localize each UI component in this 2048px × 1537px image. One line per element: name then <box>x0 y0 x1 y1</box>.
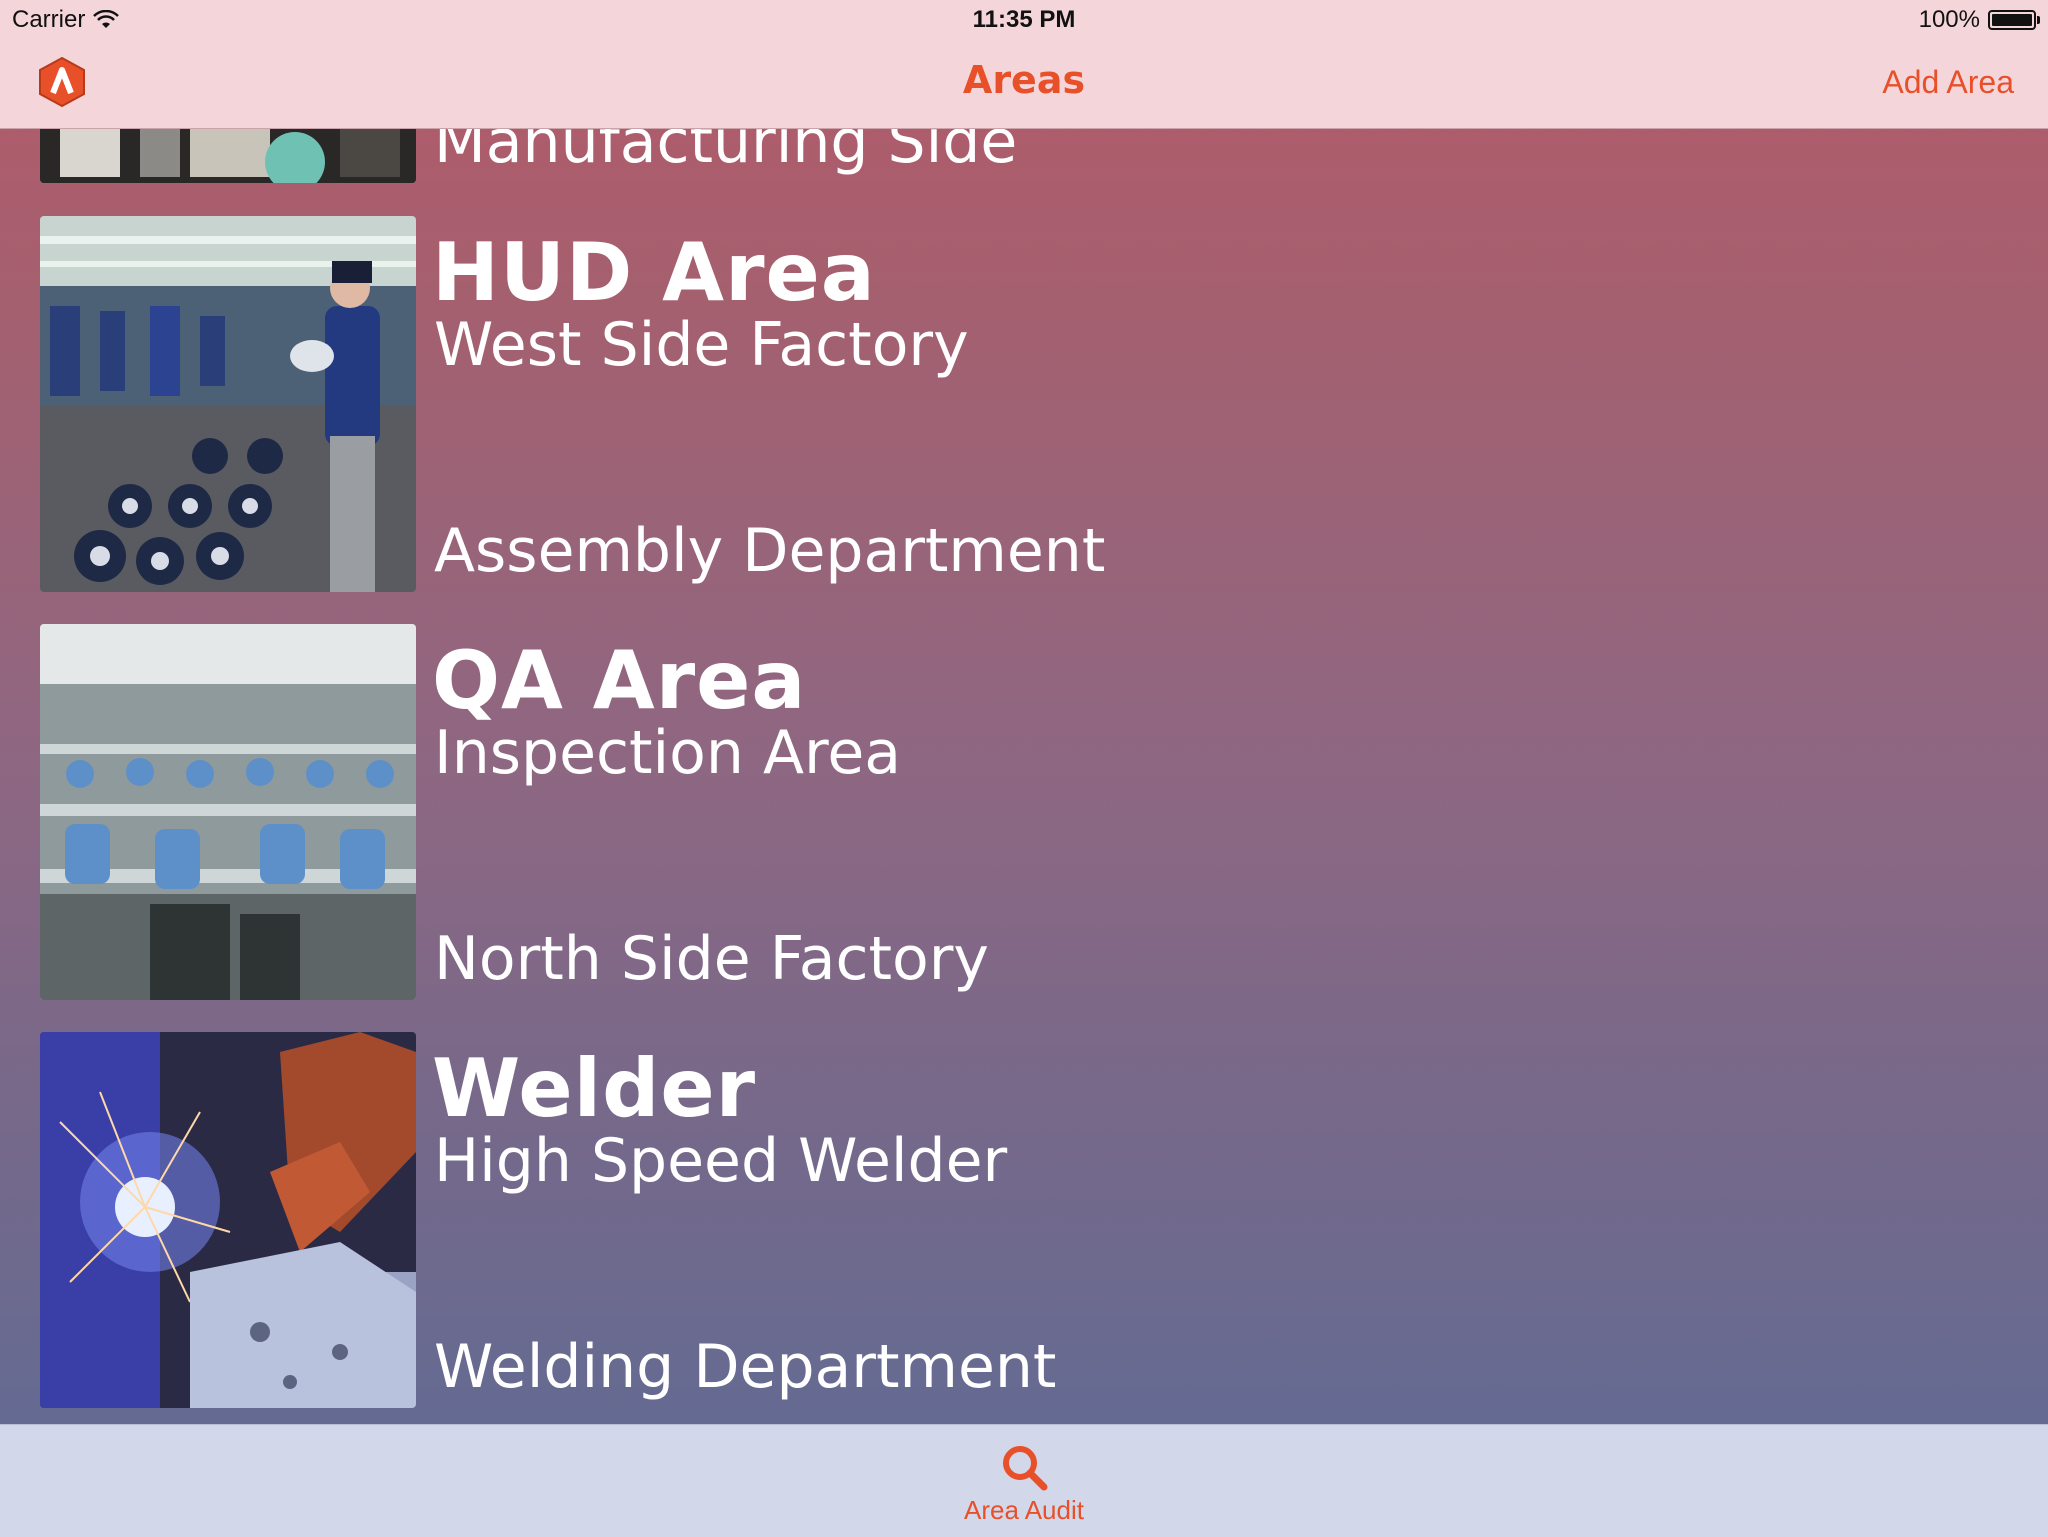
status-right: 100% <box>1918 6 2040 34</box>
area-location: West Side Factory <box>434 310 969 380</box>
area-thumbnail <box>40 1032 416 1408</box>
area-name: Welder <box>432 1042 757 1135</box>
search-icon <box>1003 1446 1048 1491</box>
area-location: Inspection Area <box>434 718 902 788</box>
battery-icon <box>1988 10 2040 30</box>
list-item[interactable]: QA Area Inspection Area North Side Facto… <box>0 624 2048 1000</box>
area-thumbnail <box>40 624 416 1000</box>
area-department: North Side Factory <box>434 924 989 994</box>
list-item[interactable]: Welder High Speed Welder Welding Departm… <box>0 1032 2048 1408</box>
page-title: Areas <box>962 58 1086 102</box>
add-area-button[interactable]: Add Area <box>1882 64 2014 101</box>
status-time: 11:35 PM <box>972 6 1076 33</box>
area-name: HUD Area <box>432 226 876 319</box>
tab-label: Area Audit <box>964 1495 1084 1525</box>
list-item[interactable]: HUD Area West Side Factory Assembly Depa… <box>0 216 2048 592</box>
area-department: Assembly Department <box>434 516 1106 586</box>
status-bar: Carrier 11:35 PM 100% <box>0 0 2048 40</box>
navigation-bar: Areas Add Area <box>0 40 2048 129</box>
area-thumbnail <box>40 216 416 592</box>
tab-bar: Area Audit <box>0 1424 2048 1537</box>
battery-percentage: 100% <box>1918 6 1980 33</box>
area-department: Welding Department <box>434 1332 1057 1402</box>
area-name: QA Area <box>432 634 807 727</box>
area-list[interactable]: Manufacturing Side HUD Area West Side Fa… <box>0 0 2048 1424</box>
area-location: High Speed Welder <box>434 1126 1008 1196</box>
tab-area-audit[interactable]: Area Audit <box>924 1437 1124 1533</box>
